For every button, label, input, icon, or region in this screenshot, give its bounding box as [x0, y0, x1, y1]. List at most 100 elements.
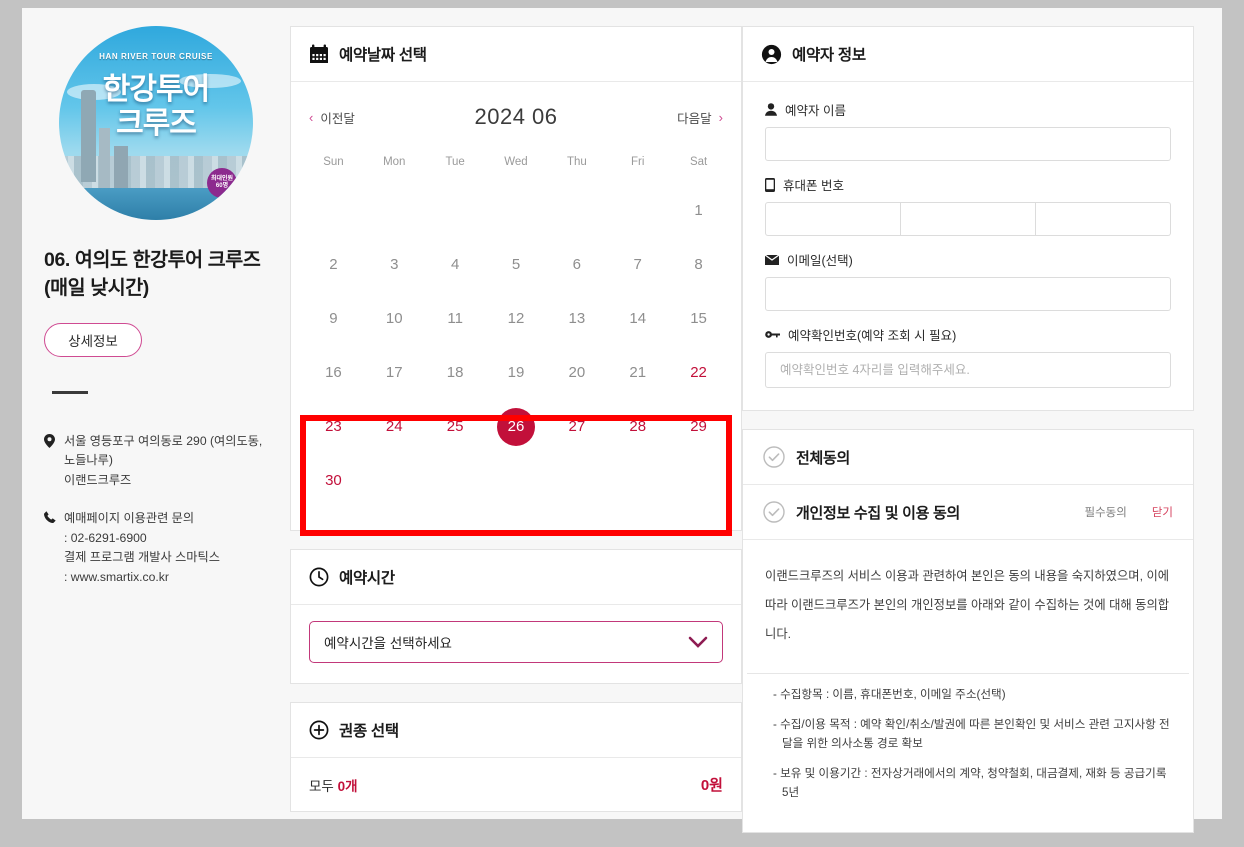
image-english-caption: HAN RIVER TOUR CRUISE	[99, 52, 213, 61]
calendar-day-27[interactable]: 27	[546, 400, 607, 454]
close-policy-button[interactable]: 닫기	[1152, 504, 1173, 520]
calendar-day-26[interactable]: 26	[486, 400, 547, 454]
booking-page: HAN RIVER TOUR CRUISE 한강투어 크루즈 최대인원 60명 …	[22, 8, 1222, 834]
calendar-day-19: 19	[486, 346, 547, 400]
confirm-number-input[interactable]	[765, 352, 1171, 388]
policy-item: - 수집/이용 목적 : 예약 확인/취소/발권에 따른 본인확인 및 서비스 …	[773, 718, 1170, 750]
name-label-text: 예약자 이름	[785, 104, 846, 118]
calendar-day-number: 13	[568, 310, 586, 327]
policy-divider	[747, 672, 1189, 674]
contact-text: 예매페이지 이용관련 문의 : 02-6291-6900 결제 프로그램 개발사…	[64, 509, 268, 588]
calendar-day-18: 18	[425, 346, 486, 400]
phone-part1-input[interactable]	[765, 202, 901, 236]
calendar-day-number: 11	[447, 310, 463, 327]
calendar-grid: Sun Mon Tue Wed Thu Fri Sat 1 2 3 4 5 6 7 8 9 10 11 12 13 14…	[291, 138, 741, 530]
calendar-day-16: 16	[303, 346, 364, 400]
phone-part3-input[interactable]	[1035, 202, 1171, 236]
agree-all-label: 전체동의	[796, 449, 851, 467]
calendar-day-28[interactable]: 28	[607, 400, 668, 454]
time-card-header: 예약시간	[291, 550, 741, 605]
mobile-phone-icon	[765, 177, 775, 192]
calendar-day-number: 27	[568, 418, 586, 435]
booker-name-input[interactable]	[765, 127, 1171, 161]
calendar-day-14: 14	[607, 292, 668, 346]
calendar-day-8: 8	[668, 238, 729, 292]
calendar-day-number: 5	[511, 256, 521, 273]
calendar-day-17: 17	[364, 346, 425, 400]
calendar-day-29[interactable]: 29	[668, 400, 729, 454]
calendar-blank-cell	[607, 184, 668, 238]
venue-info-block: 서울 영등포구 여의동로 290 (여의도동, 노들나루) 이랜드크루즈 예매페…	[44, 432, 268, 588]
contact-line3: 결제 프로그램 개발사 스마틱스	[64, 550, 220, 565]
ticket-total-count: 0개	[337, 778, 358, 794]
calendar-day-number: 20	[568, 364, 586, 381]
chevron-right-icon: ›	[718, 109, 723, 125]
product-sidebar: HAN RIVER TOUR CRUISE 한강투어 크루즈 최대인원 60명 …	[22, 8, 290, 819]
booker-header-label: 예약자 정보	[792, 47, 866, 64]
email-field-label: 이메일(선택)	[765, 250, 1171, 269]
calendar-day-10: 10	[364, 292, 425, 346]
ticket-total-left: 모두 0개	[309, 775, 358, 795]
calendar-day-number: 10	[385, 310, 403, 327]
calendar-blank-cell	[303, 184, 364, 238]
detail-info-button[interactable]: 상세정보	[44, 322, 142, 357]
calendar-day-24[interactable]: 24	[364, 400, 425, 454]
calendar-blank-cell	[486, 184, 547, 238]
time-card: 예약시간 예약시간을 선택하세요	[290, 549, 742, 684]
policy-item: - 보유 및 이용기간 : 전자상거래에서의 계약, 청약철회, 대금결제, 재…	[773, 767, 1167, 799]
calendar-day-number: 1	[694, 202, 703, 219]
calendar-weekday: Fri	[631, 156, 645, 168]
calendar-day-number: 23	[325, 418, 342, 435]
calendar-day-number: 28	[629, 418, 647, 435]
envelope-icon	[765, 254, 779, 265]
calendar-day-number: 2	[329, 256, 338, 273]
time-header-label: 예약시간	[339, 570, 395, 587]
booker-email-input[interactable]	[765, 277, 1171, 311]
image-korean-line2: 크루즈	[116, 107, 197, 140]
calendar-day-number: 12	[507, 310, 525, 327]
agreements-card: 전체동의 개인정보 수집 및 이용 동의 필수동의 닫기 이랜드크루즈의 서비스…	[742, 429, 1194, 834]
booking-middle-column: 예약날짜 선택 ‹ 이전달 2024 06 다음달 › Sun Mon Tue Wed…	[290, 8, 742, 812]
booker-form: 예약자 이름 휴대폰 번호 이메일(선택) 예약확인번호(예약 조회 시 필요)…	[743, 82, 1193, 410]
contact-row: 예매페이지 이용관련 문의 : 02-6291-6900 결제 프로그램 개발사…	[44, 509, 268, 588]
calendar-day-number: 18	[446, 364, 464, 381]
key-icon	[765, 330, 780, 339]
calendar-card: 예약날짜 선택 ‹ 이전달 2024 06 다음달 › Sun Mon Tue Wed…	[290, 26, 742, 536]
contact-line2: : 02-6291-6900	[64, 530, 147, 545]
calendar-day-30[interactable]: 30	[303, 454, 364, 508]
contact-line4: : www.smartix.co.kr	[64, 570, 169, 585]
time-select-dropdown[interactable]: 예약시간을 선택하세요	[309, 621, 723, 663]
calendar-day-23[interactable]: 23	[303, 400, 364, 454]
agree-all-row[interactable]: 전체동의	[743, 430, 1193, 485]
ticket-total-price: 0원	[700, 777, 723, 794]
calendar-weekday: Wed	[504, 156, 528, 168]
calendar-day-number: 8	[694, 256, 703, 273]
calendar-weekday: Tue	[445, 156, 465, 168]
calendar-day-number: 26	[496, 408, 535, 446]
calendar-day-22[interactable]: 22	[668, 346, 729, 400]
calendar-day-25[interactable]: 25	[425, 400, 486, 454]
calendar-day-number: 21	[629, 364, 647, 381]
calendar-day-number: 3	[390, 256, 399, 273]
check-circle-icon	[763, 446, 785, 468]
calendar-day-5: 5	[486, 238, 547, 292]
calendar-day-11: 11	[425, 292, 486, 346]
privacy-agree-label: 개인정보 수집 및 이용 동의	[796, 504, 960, 522]
ticket-total-row: 모두 0개 0원	[291, 758, 741, 811]
plus-circle-icon	[309, 720, 329, 740]
calendar-icon	[309, 44, 329, 64]
phone-icon	[44, 509, 56, 588]
booking-right-column: 예약자 정보 예약자 이름 휴대폰 번호 이메일(선택) 예약확인번호(예약 조…	[742, 8, 1194, 834]
user-circle-icon	[761, 44, 782, 65]
email-label-text: 이메일(선택)	[787, 254, 853, 268]
prev-month-button[interactable]: ‹ 이전달	[309, 108, 355, 127]
check-circle-icon	[763, 501, 785, 523]
calendar-weekday: Thu	[566, 156, 587, 168]
calendar-day-21: 21	[607, 346, 668, 400]
privacy-agree-row[interactable]: 개인정보 수집 및 이용 동의 필수동의 닫기	[743, 485, 1193, 540]
next-month-button[interactable]: 다음달 ›	[677, 108, 723, 127]
phone-part2-input[interactable]	[900, 202, 1036, 236]
calendar-day-number: 22	[690, 364, 707, 381]
phone-input-group	[765, 202, 1171, 236]
calendar-day-number: 24	[385, 418, 403, 435]
